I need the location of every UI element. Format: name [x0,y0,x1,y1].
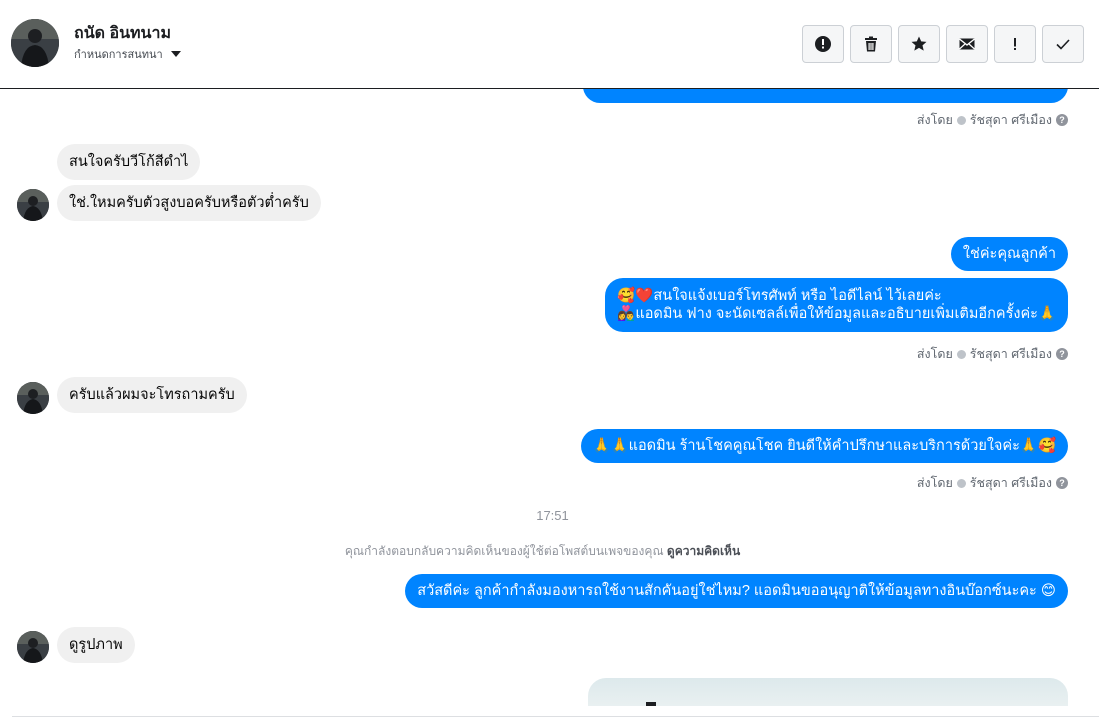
view-comment-link[interactable]: ดูความคิดเห็น [667,544,740,558]
verified-icon [956,349,966,359]
comment-reply-notice: คุณกำลังตอบกลับความคิดเห็นของผู้ใช้ต่อโพ… [0,542,1085,561]
star-icon [911,36,927,51]
sent-by-line: ส่งโดย รัชสุดา ศรีเมือง ? [917,473,1068,493]
incoming-message-bubble[interactable]: ดูรูปภาพ [57,627,135,663]
trash-icon [865,36,877,52]
exclamation-icon [1014,38,1016,50]
alert-circle-icon [815,36,831,52]
outgoing-message-bubble[interactable]: 🥰❤️สนใจแจ้งเบอร์โทรศัพท์ หรือ ไอดีไลน์ ไ… [605,278,1068,332]
agent-name: รัชสุดา ศรีเมือง [969,476,1052,490]
notice-text: คุณกำลังตอบกลับความคิดเห็นของผู้ใช้ต่อโพ… [344,544,667,558]
contact-avatar[interactable] [11,19,59,67]
verified-icon [956,115,966,125]
envelope-icon [959,38,975,50]
incoming-message-bubble[interactable]: ครับแล้วผมจะโทรถามครับ [57,377,247,413]
assign-conversation-dropdown[interactable]: กำหนดการสนทนา [74,45,181,63]
message-timestamp: 17:51 [536,508,569,523]
priority-button[interactable] [994,25,1036,63]
conversation-header: ถนัด อินทนาม กำหนดการสนทนา [0,0,1099,89]
conversation-toolbar [802,25,1084,63]
incoming-message-bubble[interactable]: สนใจครับวีโก้สีดำไ [57,144,201,180]
outgoing-message-bubble[interactable]: 🙏🙏แอดมิน ร้านโชคคูณโชค ยินดีให้คำปรึกษาแ… [580,429,1068,463]
sent-by-label: ส่งโดย [916,347,953,361]
outgoing-message-bubble[interactable]: สวัสดีค่ะ ลูกค้ากำลังมองหารถใช้งานสักคัน… [405,574,1068,608]
sent-by-line: ส่งโดย รัชสุดา ศรีเมือง ? [917,344,1068,364]
contact-name[interactable]: ถนัด อินทนาม [74,21,171,46]
follow-up-button[interactable] [898,25,940,63]
sent-by-label: ส่งโดย [916,476,953,490]
message-line: 🥰❤️สนใจแจ้งเบอร์โทรศัพท์ หรือ ไอดีไลน์ ไ… [617,288,942,304]
verified-icon [956,478,966,488]
outgoing-message-bubble[interactable] [583,89,1068,103]
contact-avatar-small[interactable] [17,382,49,414]
agent-name: รัชสุดา ศรีเมือง [969,113,1052,127]
message-thread[interactable]: ส่งโดย รัชสุดา ศรีเมือง ? สนใจครับวีโก้ส… [0,89,1099,706]
spam-button[interactable] [802,25,844,63]
image-attachment[interactable] [588,678,1068,706]
mark-unread-button[interactable] [946,25,988,63]
sent-by-label: ส่งโดย [916,113,953,127]
agent-name: รัชสุดา ศรีเมือง [969,347,1052,361]
assign-label: กำหนดการสนทนา [74,49,163,61]
contact-avatar-small[interactable] [17,631,49,663]
question-icon[interactable]: ? [1056,348,1068,360]
caret-down-icon [170,51,181,57]
message-composer[interactable] [12,716,1099,722]
question-icon[interactable]: ? [1056,477,1068,489]
contact-avatar-small[interactable] [17,189,49,221]
outgoing-message-bubble[interactable]: ใช่ค่ะคุณลูกค้า [950,237,1068,271]
mark-done-button[interactable] [1042,25,1084,63]
question-icon[interactable]: ? [1056,114,1068,126]
message-line: 👩‍❤️‍👨แอดมิน ฟาง จะนัดเซลล์เพื่อให้ข้อมู… [617,306,1056,322]
sent-by-line: ส่งโดย รัชสุดา ศรีเมือง ? [917,110,1068,130]
delete-button[interactable] [850,25,892,63]
incoming-message-bubble[interactable]: ใช่.ใหมครับตัวสูงบอครับหรือตัวต่ำครับ [57,185,321,221]
check-icon [1056,39,1070,50]
